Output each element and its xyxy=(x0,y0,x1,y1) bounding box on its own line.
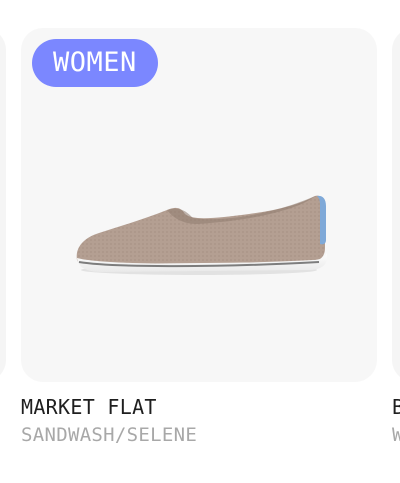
product-card[interactable]: WOMEN MARKET FLAT SANDWASH/SELENE xyxy=(21,28,377,458)
product-carousel: WOMEN MARKET FLAT SANDWASH/SELENE B W xyxy=(0,0,400,483)
next-product-colorway: W xyxy=(392,424,400,446)
next-product-name[interactable]: B xyxy=(392,395,400,419)
product-image-tile[interactable]: WOMEN xyxy=(21,28,377,382)
product-colorway: SANDWASH/SELENE xyxy=(21,424,198,446)
next-product-card[interactable] xyxy=(392,28,400,382)
shoe-product-image xyxy=(76,195,327,275)
previous-product-card[interactable] xyxy=(0,28,6,382)
category-badge: WOMEN xyxy=(32,39,158,87)
product-name[interactable]: MARKET FLAT xyxy=(21,395,157,419)
